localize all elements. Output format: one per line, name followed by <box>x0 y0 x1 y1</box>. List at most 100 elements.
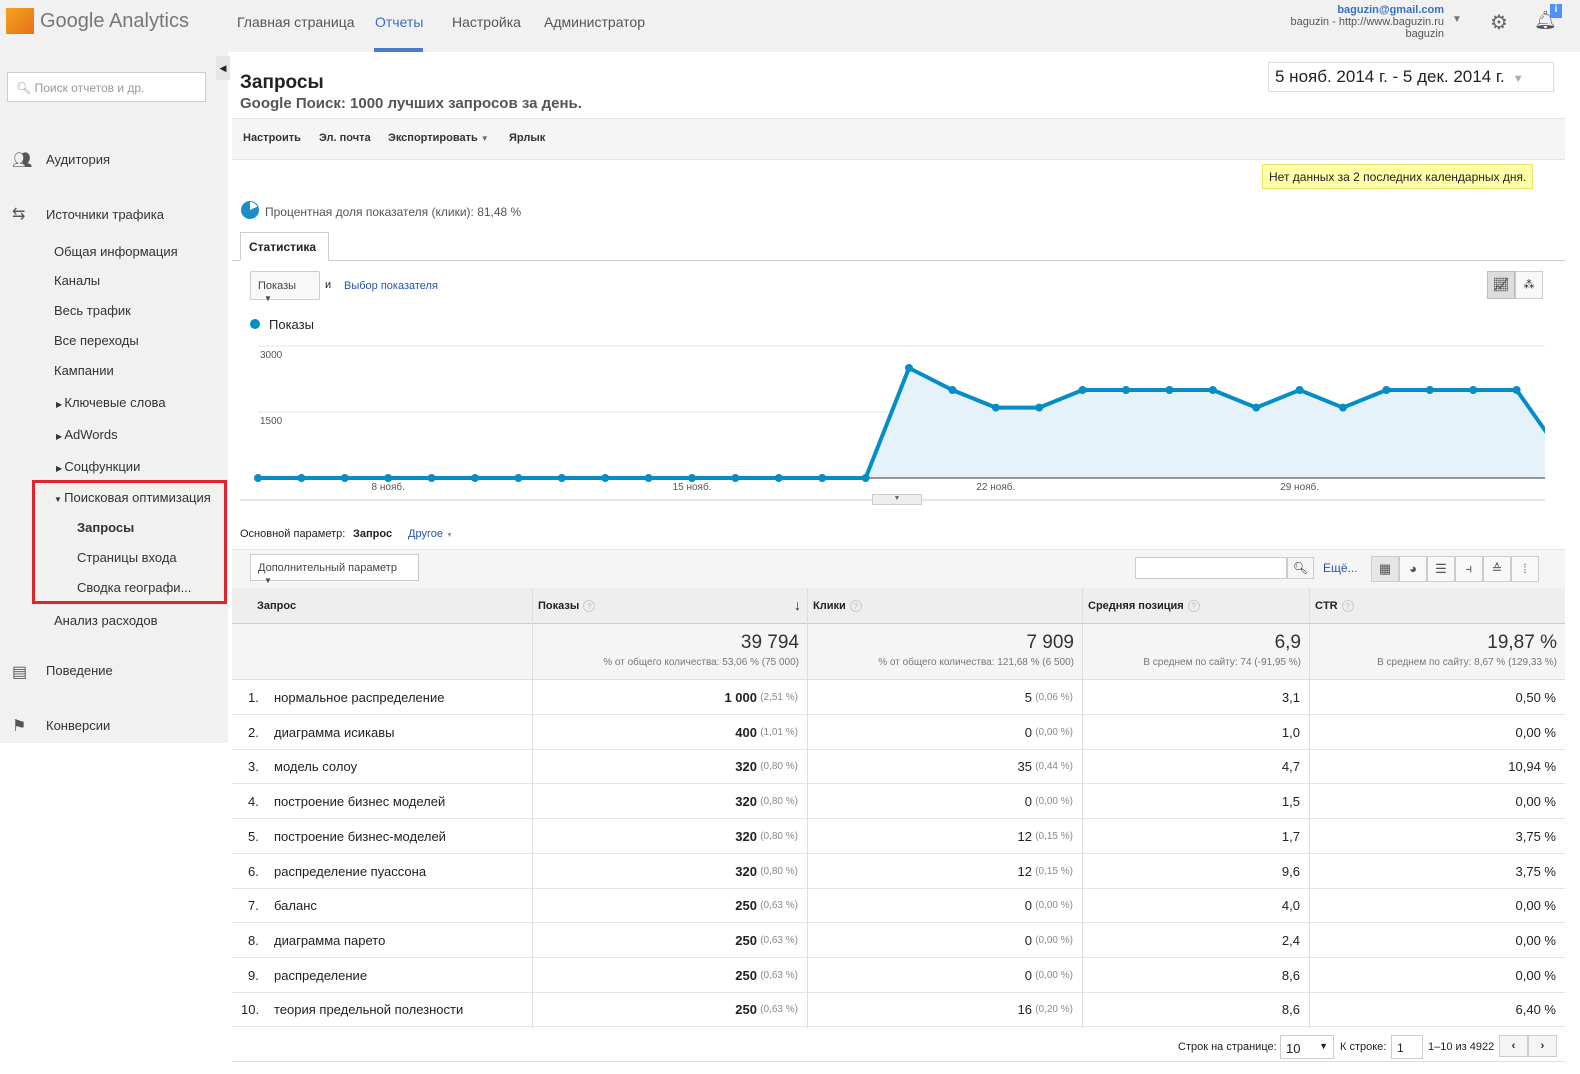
date-range-picker[interactable]: 5 нояб. 2014 г. - 5 дек. 2014 г. ▼ <box>1268 62 1554 92</box>
header-impressions[interactable]: Показы? ↓ <box>532 588 807 624</box>
sidebar-item-geo-summary[interactable]: Сводка географи... <box>77 580 191 595</box>
sidebar-item-audience[interactable]: Аудитория <box>46 152 110 167</box>
more-options-link[interactable]: Ещё... <box>1323 561 1358 575</box>
query-link[interactable]: построение бизнес моделей <box>274 794 445 809</box>
sidebar-item-seo[interactable]: ▼ Поисковая оптимизация <box>54 490 211 505</box>
sidebar-item-campaigns[interactable]: Кампании <box>54 363 114 378</box>
pivot-view-icon[interactable]: ⦙ <box>1511 556 1539 582</box>
nav-settings[interactable]: Настройка <box>452 14 521 30</box>
report-search-input[interactable]: 🔍︎ Поиск отчетов и др. <box>7 72 206 102</box>
table-row[interactable]: 8. диаграмма парето 250 (0,63 %) 0 (0,00… <box>232 923 1565 958</box>
export-button[interactable]: Экспортировать ▼ <box>388 132 489 144</box>
sidebar-item-all-referrals[interactable]: Все переходы <box>54 333 139 348</box>
collapse-sidebar-button[interactable]: ◀ <box>216 56 230 80</box>
data-point <box>905 364 913 372</box>
data-point <box>1035 403 1044 412</box>
customize-button[interactable]: Настроить <box>243 132 301 144</box>
sidebar-item-queries[interactable]: Запросы <box>77 520 134 535</box>
sidebar-item-landing-pages[interactable]: Страницы входа <box>77 550 177 565</box>
shortcut-button[interactable]: Ярлык <box>509 132 545 144</box>
sidebar-item-channels[interactable]: Каналы <box>54 273 100 288</box>
prev-page-button[interactable]: ‹ <box>1499 1035 1528 1057</box>
help-icon[interactable]: ? <box>1187 600 1200 612</box>
ctr-value: 0,50 % <box>1515 690 1556 705</box>
query-link[interactable]: построение бизнес-моделей <box>274 829 446 844</box>
sidebar-item-adwords[interactable]: ▶ AdWords <box>56 427 118 442</box>
sidebar-item-traffic-sources[interactable]: Источники трафика <box>46 207 164 222</box>
keywords-label: Ключевые слова <box>64 395 166 410</box>
tab-statistics[interactable]: Статистика <box>240 232 329 261</box>
query-link[interactable]: баланс <box>274 898 317 913</box>
impressions-percent: (0,80 %) <box>760 830 798 842</box>
and-label: и <box>325 279 332 291</box>
header-ctr[interactable]: CTR? <box>1309 588 1565 624</box>
avg-position-value: 1,0 <box>1281 724 1300 740</box>
table-row[interactable]: 9. распределение 250 (0,63 %) 0 (0,00 %)… <box>232 958 1565 993</box>
impressions-percent: (1,01 %) <box>760 726 798 738</box>
avg-position-value: 4,0 <box>1281 898 1300 914</box>
table-row[interactable]: 5. построение бизнес-моделей 320 (0,80 %… <box>232 819 1565 854</box>
table-row[interactable]: 10. теория предельной полезности 250 (0,… <box>232 992 1565 1028</box>
table-row[interactable]: 6. распределение пуассона 320 (0,80 %) 1… <box>232 854 1565 889</box>
performance-view-icon[interactable]: ☰ <box>1427 556 1455 582</box>
impressions-value: 400 <box>735 724 757 740</box>
x-tick-label: 22 нояб. <box>976 481 1015 493</box>
nav-admin[interactable]: Администратор <box>544 14 645 30</box>
table-search-input[interactable] <box>1135 557 1287 579</box>
query-link[interactable]: распределение <box>274 968 367 983</box>
chart-resize-handle[interactable]: ▼ <box>872 494 922 505</box>
clicks-value: 0 <box>1024 794 1032 810</box>
account-selector[interactable]: baguzin@gmail.com baguzin - http://www.b… <box>1291 4 1444 40</box>
comparison-view-icon[interactable]: ⫞ <box>1455 556 1483 582</box>
x-tick-label: 29 нояб. <box>1280 481 1319 493</box>
table-row[interactable]: 3. модель солоу 320 (0,80 %) 35 (0,44 %)… <box>232 749 1565 785</box>
sidebar-item-all-traffic[interactable]: Весь трафик <box>54 303 131 318</box>
choose-metric-link[interactable]: Выбор показателя <box>344 280 438 292</box>
legend-dot <box>250 319 260 329</box>
help-icon[interactable]: ? <box>1341 600 1354 612</box>
sidebar-item-cost-analysis[interactable]: Анализ расходов <box>54 613 157 628</box>
query-link[interactable]: модель солоу <box>274 759 357 774</box>
pie-view-icon[interactable]: ◕ <box>1399 556 1427 582</box>
table-row[interactable]: 7. баланс 250 (0,63 %) 0 (0,00 %) 4,0 0,… <box>232 888 1565 924</box>
impressions-percent: (0,80 %) <box>760 796 798 808</box>
query-link[interactable]: теория предельной полезности <box>274 1002 463 1017</box>
email-button[interactable]: Эл. почта <box>319 132 371 144</box>
gear-icon[interactable]: ⚙ <box>1490 10 1508 35</box>
header-avg-position[interactable]: Средняя позиция? <box>1082 588 1309 624</box>
next-page-button[interactable]: › <box>1528 1035 1557 1057</box>
table-view-icon[interactable]: ▦ <box>1371 556 1399 582</box>
other-dimension-link[interactable]: Другое ▼ <box>408 528 453 540</box>
help-icon[interactable]: ? <box>849 600 862 612</box>
goto-row-input[interactable]: 1 <box>1391 1035 1423 1059</box>
query-link[interactable]: распределение пуассона <box>274 864 426 879</box>
sidebar-item-overview[interactable]: Общая информация <box>54 244 178 259</box>
secondary-dimension-select[interactable]: Дополнительный параметр ▼ <box>250 554 419 585</box>
nav-reports[interactable]: Отчеты <box>375 14 423 30</box>
table-row[interactable]: 4. построение бизнес моделей 320 (0,80 %… <box>232 784 1565 820</box>
sidebar-item-social[interactable]: ▶ Соцфункции <box>56 459 140 474</box>
data-point <box>1295 386 1304 394</box>
nav-home[interactable]: Главная страница <box>237 14 355 30</box>
term-cloud-view-icon[interactable]: ≙ <box>1483 556 1511 582</box>
account-dropdown-icon[interactable]: ▼ <box>1452 14 1462 25</box>
query-link[interactable]: диаграмма парето <box>274 933 385 948</box>
table-row[interactable]: 1. нормальное распределение 1 000 (2,51 … <box>232 680 1565 715</box>
rows-per-page-select[interactable]: 10 ▼ <box>1280 1035 1334 1059</box>
motion-chart-toggle[interactable]: ⁂ <box>1515 271 1543 299</box>
table-row[interactable]: 2. диаграмма исикавы 400 (1,01 %) 0 (0,0… <box>232 715 1565 750</box>
clicks-percent: (0,20 %) <box>1035 1004 1073 1016</box>
sidebar-item-keywords[interactable]: ▶ Ключевые слова <box>56 395 166 410</box>
header-clicks[interactable]: Клики? <box>807 588 1082 624</box>
total-note: В среднем по сайту: 74 (-91,95 %) <box>1143 657 1301 668</box>
header-query[interactable]: Запрос <box>232 588 532 624</box>
sidebar-item-behavior[interactable]: Поведение <box>46 663 113 678</box>
query-link[interactable]: диаграмма исикавы <box>274 725 394 740</box>
line-chart-toggle[interactable]: 📈︎ <box>1487 271 1515 299</box>
query-link[interactable]: нормальное распределение <box>274 690 444 705</box>
metric-select[interactable]: Показы ▼ <box>250 271 320 303</box>
sidebar-item-conversions[interactable]: Конверсии <box>46 718 110 733</box>
search-icon[interactable]: 🔍︎ <box>1287 557 1314 579</box>
help-icon[interactable]: ? <box>583 600 596 612</box>
primary-dimension-value[interactable]: Запрос <box>353 528 392 540</box>
